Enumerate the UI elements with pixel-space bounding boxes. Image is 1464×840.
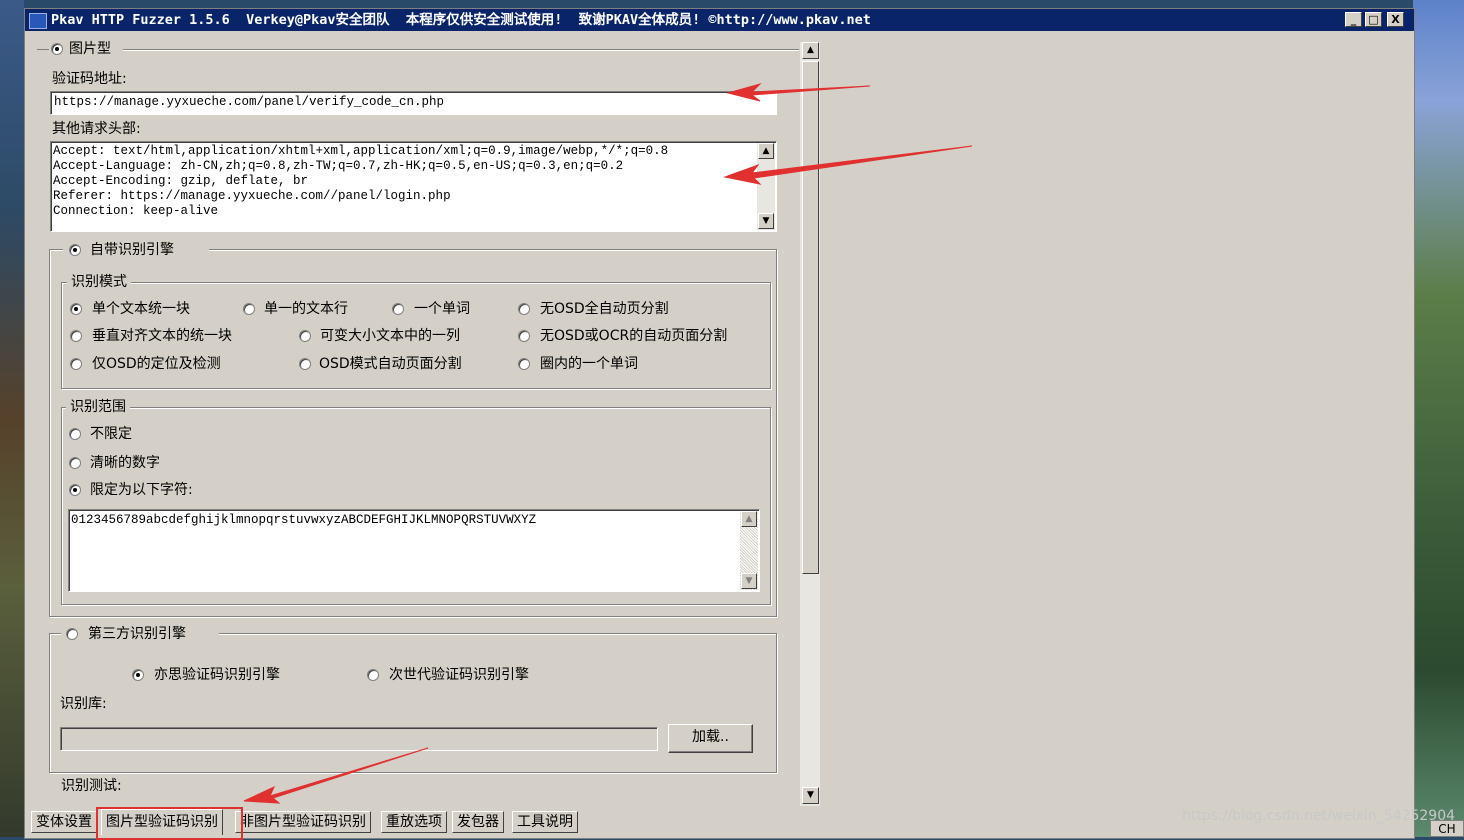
ime-indicator[interactable]: CH xyxy=(1430,820,1464,837)
watermark: https://blog.csdn.net/weixin_54252904 xyxy=(1182,808,1456,824)
arrow-to-headers-icon xyxy=(723,145,973,185)
annotation-arrows xyxy=(243,83,973,804)
arrow-to-tab-icon xyxy=(243,747,429,804)
arrow-to-url-icon xyxy=(726,83,871,102)
